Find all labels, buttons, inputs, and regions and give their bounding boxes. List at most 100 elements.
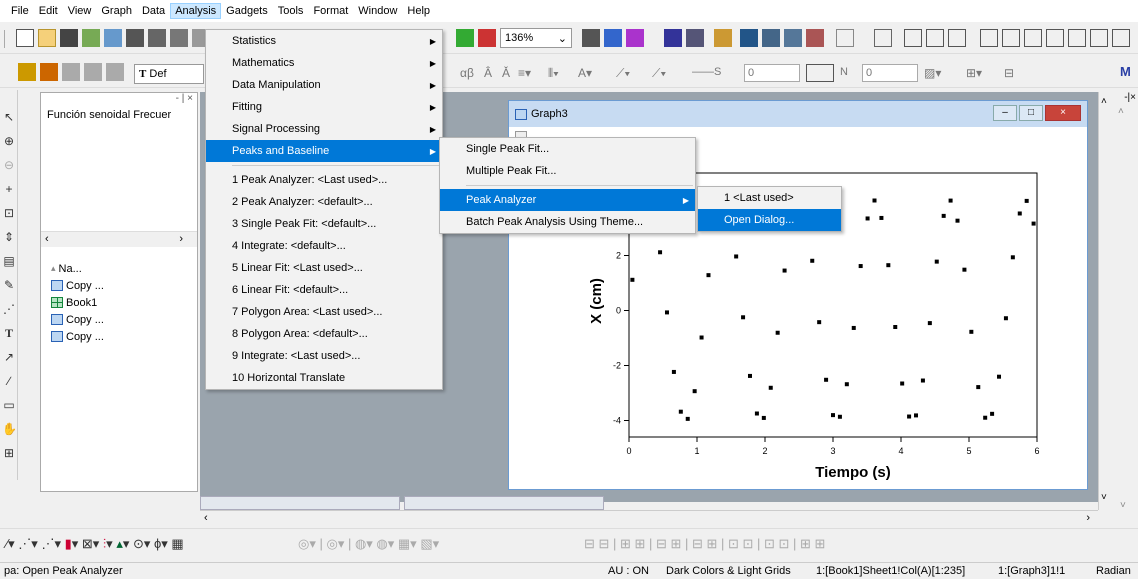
menu-view[interactable]: View [63, 3, 97, 19]
command-window-icon[interactable] [686, 29, 704, 47]
rectangle-tool-icon[interactable]: ▭ [2, 398, 16, 412]
refresh-icon[interactable] [478, 29, 496, 47]
style-icon[interactable] [106, 63, 124, 81]
new-layout-icon[interactable] [148, 29, 166, 47]
scroll-down-icon[interactable]: ˅ [1101, 492, 1107, 503]
new-function-icon[interactable] [126, 29, 144, 47]
axis-style-6-icon[interactable] [1090, 29, 1108, 47]
merge-icon[interactable]: M [1120, 64, 1131, 79]
menu-gadgets[interactable]: Gadgets [221, 3, 273, 19]
new-matrix-icon[interactable] [82, 29, 100, 47]
pattern-swatch[interactable] [806, 64, 834, 82]
recent-item-3[interactable]: 3 Single Peak Fit: <default>... [206, 213, 442, 235]
text-tool-icon[interactable]: T [2, 326, 16, 340]
fill-color-icon[interactable]: ⟋▾ [652, 66, 666, 81]
new-project-icon[interactable] [16, 29, 34, 47]
axis-style-4-icon[interactable] [1046, 29, 1064, 47]
scroll-left-icon[interactable]: ‹ [45, 233, 49, 245]
recent-item-5[interactable]: 5 Linear Fit: <Last used>... [206, 257, 442, 279]
scroll-right-icon[interactable]: › [179, 233, 183, 245]
duplicate-icon[interactable] [626, 29, 644, 47]
line-color-icon[interactable]: ⟋▾ [616, 66, 630, 81]
horizontal-scrollbar[interactable]: ‹ › [41, 231, 197, 247]
axis-style-2-icon[interactable] [1002, 29, 1020, 47]
list-item[interactable]: Copy ... [51, 328, 104, 345]
arrange-layers-icon[interactable] [904, 29, 922, 47]
menu-analysis[interactable]: Analysis [170, 3, 222, 19]
new-graph-icon[interactable] [104, 29, 122, 47]
menu-graph[interactable]: Graph [96, 3, 137, 19]
columns-icon[interactable]: ⫴▾ [548, 66, 559, 81]
axis-style-7-icon[interactable] [1112, 29, 1130, 47]
format-icon[interactable] [62, 63, 80, 81]
zoom-combobox[interactable]: 136% ⌄ [500, 28, 572, 48]
list-item[interactable]: Copy ... [51, 311, 104, 328]
scale-icon[interactable]: ⋰ [2, 302, 16, 316]
data-reader-icon[interactable]: ⇕ [2, 230, 16, 244]
menu-tools[interactable]: Tools [273, 3, 309, 19]
size-combobox[interactable]: 0 [862, 64, 918, 82]
line-style-combobox[interactable]: ——S [690, 64, 740, 82]
list-item[interactable]: Book1 [51, 294, 104, 311]
zoom-out-icon[interactable]: ⊖ [2, 158, 16, 172]
close-icon[interactable]: - | × [176, 93, 193, 104]
scroll-left-icon[interactable]: ‹ [204, 512, 208, 524]
menu-item-mathematics[interactable]: Mathematics ▶ [206, 52, 442, 74]
font-color-icon[interactable]: A▾ [578, 66, 592, 80]
menu-item-peaks-and-baseline[interactable]: Peaks and Baseline ▶ [206, 140, 442, 162]
recent-item-1[interactable]: 1 Peak Analyzer: <Last used>... [206, 169, 442, 191]
draw-data-icon[interactable]: ✎ [2, 278, 16, 292]
recent-item-10[interactable]: 10 Horizontal Translate [206, 367, 442, 389]
vertical-scrollbar[interactable]: ˄ ˅ [1098, 92, 1112, 510]
scroll-right-icon[interactable]: › [1086, 512, 1090, 524]
menu-item-open-dialog[interactable]: Open Dialog... [698, 209, 841, 231]
menu-item-data-manipulation[interactable]: Data Manipulation ▶ [206, 74, 442, 96]
menu-item-statistics[interactable]: Statistics ▶ [206, 30, 442, 52]
new-notes-icon[interactable] [170, 29, 188, 47]
list-item[interactable]: Copy ... [51, 277, 104, 294]
open-icon[interactable] [38, 29, 56, 47]
menu-item-single-peak-fit[interactable]: Single Peak Fit... [440, 138, 695, 160]
export-icon[interactable] [604, 29, 622, 47]
screen-reader-icon[interactable]: + [2, 182, 16, 196]
project-explorer-icon[interactable] [762, 29, 780, 47]
print-icon[interactable] [582, 29, 600, 47]
plot-types-icons[interactable]: ⁄▾ ⋰▾ ⋰▾ ▮▾ ⊠▾ ⫶▾ ▴▾ ⊙▾ ϕ▾ ▦ [6, 536, 184, 552]
menu-item-1-last-used[interactable]: 1 <Last used> [698, 187, 841, 209]
font-size-up-button[interactable]: Â [484, 66, 492, 80]
axis-style-1-icon[interactable] [980, 29, 998, 47]
arrow-tool-icon[interactable]: ↗ [2, 350, 16, 364]
pointer-icon[interactable]: ↖ [2, 110, 16, 124]
recent-item-6[interactable]: 6 Linear Fit: <default>... [206, 279, 442, 301]
close-icon[interactable]: -|× [1124, 92, 1136, 103]
minimized-window[interactable] [404, 496, 604, 510]
fill-pattern-icon[interactable]: ▨▾ [924, 66, 941, 80]
menu-data[interactable]: Data [137, 3, 170, 19]
grid-icon[interactable]: ⊟ [1004, 66, 1014, 80]
menu-item-multiple-peak-fit[interactable]: Multiple Peak Fit... [440, 160, 695, 182]
pen-icon[interactable] [18, 63, 36, 81]
recent-item-2[interactable]: 2 Peak Analyzer: <default>... [206, 191, 442, 213]
recent-item-8[interactable]: 8 Polygon Area: <default>... [206, 323, 442, 345]
new-workbook-icon[interactable] [60, 29, 78, 47]
object-manager-icon[interactable] [784, 29, 802, 47]
scroll-up-icon[interactable]: ˄ [1101, 96, 1107, 107]
border-icon[interactable]: ⊞▾ [966, 66, 982, 80]
project-folder-label[interactable]: Función senoidal Frecuer [47, 109, 171, 121]
code-builder-icon[interactable] [714, 29, 732, 47]
pointer-format-icon[interactable] [84, 63, 102, 81]
font-size-down-button[interactable]: Ǎ [502, 66, 510, 80]
extract-layers-icon[interactable] [948, 29, 966, 47]
recent-item-7[interactable]: 7 Polygon Area: <Last used>... [206, 301, 442, 323]
recent-item-4[interactable]: 4 Integrate: <default>... [206, 235, 442, 257]
column-header[interactable]: ▴ Na... [51, 260, 104, 277]
3d-plot-icons[interactable]: ◎▾ | ◎▾ | ◍▾ ◍▾ ▦▾ ▧▾ [298, 536, 439, 552]
axis-style-3-icon[interactable] [1024, 29, 1042, 47]
layout-icons[interactable]: ⊟ ⊟ | ⊞ ⊞ | ⊟ ⊞ | ⊟ ⊞ | ⊡ ⊡ | ⊡ ⊡ | ⊞ ⊞ [584, 536, 825, 552]
pattern-combobox[interactable]: N [840, 66, 848, 78]
menu-item-fitting[interactable]: Fitting ▶ [206, 96, 442, 118]
align-icon[interactable]: ≡▾ [518, 66, 531, 80]
line-tool-icon[interactable]: ∕ [2, 374, 16, 388]
add-app-icon[interactable] [836, 29, 854, 47]
menu-item-signal-processing[interactable]: Signal Processing ▶ [206, 118, 442, 140]
